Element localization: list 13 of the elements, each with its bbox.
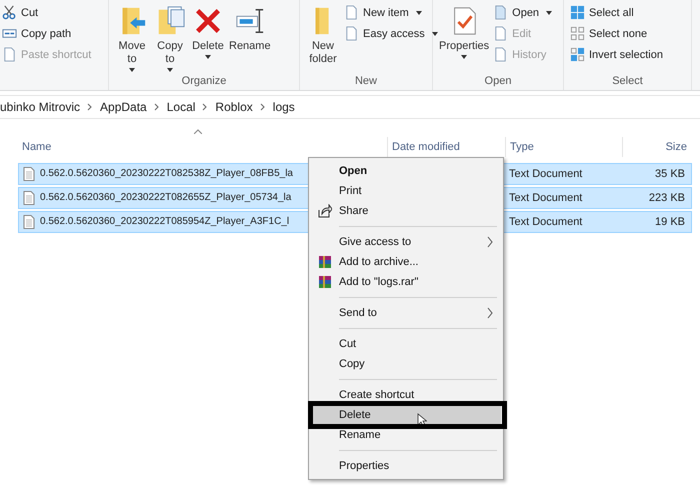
group-label: New (354, 74, 378, 89)
file-name: 0.562.0.5620360_20230222T082538Z_Player_08FB5_la (40, 167, 293, 181)
file-size: 223 KB (648, 191, 686, 206)
group-label: Organize (180, 74, 228, 89)
group-label: Select (611, 74, 644, 89)
file-name: 0.562.0.5620360_20230222T085954Z_Player_A3F1C_l (40, 215, 290, 229)
file-type: Text Document (508, 215, 584, 230)
file-name: 0.562.0.5620360_20230222T082655Z_Player_05734_la (40, 191, 292, 205)
file-type: Text Document (508, 167, 584, 182)
group-label: Open (484, 74, 512, 89)
file-size: 35 KB (654, 167, 686, 182)
file-type: Text Document (508, 191, 584, 206)
file-size: 19 KB (654, 215, 686, 230)
